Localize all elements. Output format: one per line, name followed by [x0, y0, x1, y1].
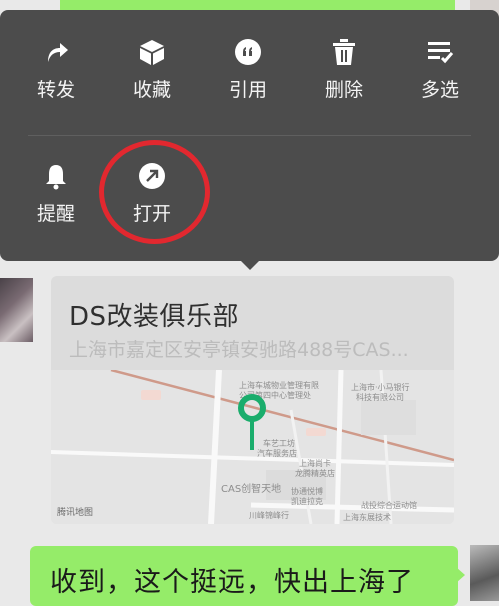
menu-item-quote[interactable]: 引用 — [202, 10, 294, 101]
trash-icon — [333, 39, 355, 65]
message-bubble-tail — [456, 567, 465, 583]
message-text: 收到，这个挺远，快出上海了 — [50, 567, 414, 598]
menu-item-label: 收藏 — [132, 79, 171, 101]
location-card[interactable]: DS改装俱乐部 上海市嘉定区安亭镇安驰路488号CAS... 上海车城物业管理有… — [51, 276, 454, 524]
menu-item-label: 多选 — [420, 79, 459, 101]
map-label: 上海东展技术 — [343, 513, 391, 522]
map-thumbnail[interactable]: 上海车城物业管理有限 公司第四中心管理处 上海市·小马银行 科技有限公司 车艺工… — [51, 370, 454, 524]
location-title: DS改装俱乐部 — [69, 302, 240, 332]
message-bubble[interactable]: 收到，这个挺远，快出上海了 — [30, 546, 458, 606]
map-provider-logo: 腾讯地图 — [57, 508, 94, 518]
menu-item-favorite[interactable]: 收藏 — [106, 10, 198, 101]
menu-item-label: 提醒 — [36, 203, 75, 225]
cube-icon — [140, 40, 164, 65]
quote-icon — [235, 39, 261, 65]
menu-item-label: 转发 — [36, 79, 75, 101]
avatar[interactable] — [0, 278, 33, 342]
menu-item-label: 删除 — [324, 79, 363, 101]
location-address: 上海市嘉定区安亭镇安驰路488号CAS... — [69, 339, 409, 361]
annotation-circle — [99, 140, 210, 244]
map-label: 凯迪拉克 — [291, 497, 323, 506]
bell-icon — [46, 165, 66, 190]
multi-select-icon — [428, 42, 454, 64]
menu-item-forward[interactable]: 转发 — [10, 10, 102, 101]
share-arrow-icon — [48, 43, 68, 62]
avatar[interactable] — [470, 545, 499, 601]
map-label: 战投综合运动馆 — [361, 501, 417, 510]
menu-item-multi-select[interactable]: 多选 — [394, 10, 486, 101]
menu-pointer — [238, 258, 262, 270]
menu-item-delete[interactable]: 删除 — [298, 10, 390, 101]
menu-item-remind[interactable]: 提醒 — [10, 134, 102, 225]
map-label: 科技有限公司 — [356, 393, 404, 402]
location-pin-icon — [238, 394, 266, 450]
map-label: 川峰锦峰行 — [249, 511, 289, 520]
menu-item-label: 引用 — [228, 79, 267, 101]
map-label: 龙腾精英店 — [295, 469, 335, 478]
map-label: CAS创智天地 — [221, 484, 282, 495]
